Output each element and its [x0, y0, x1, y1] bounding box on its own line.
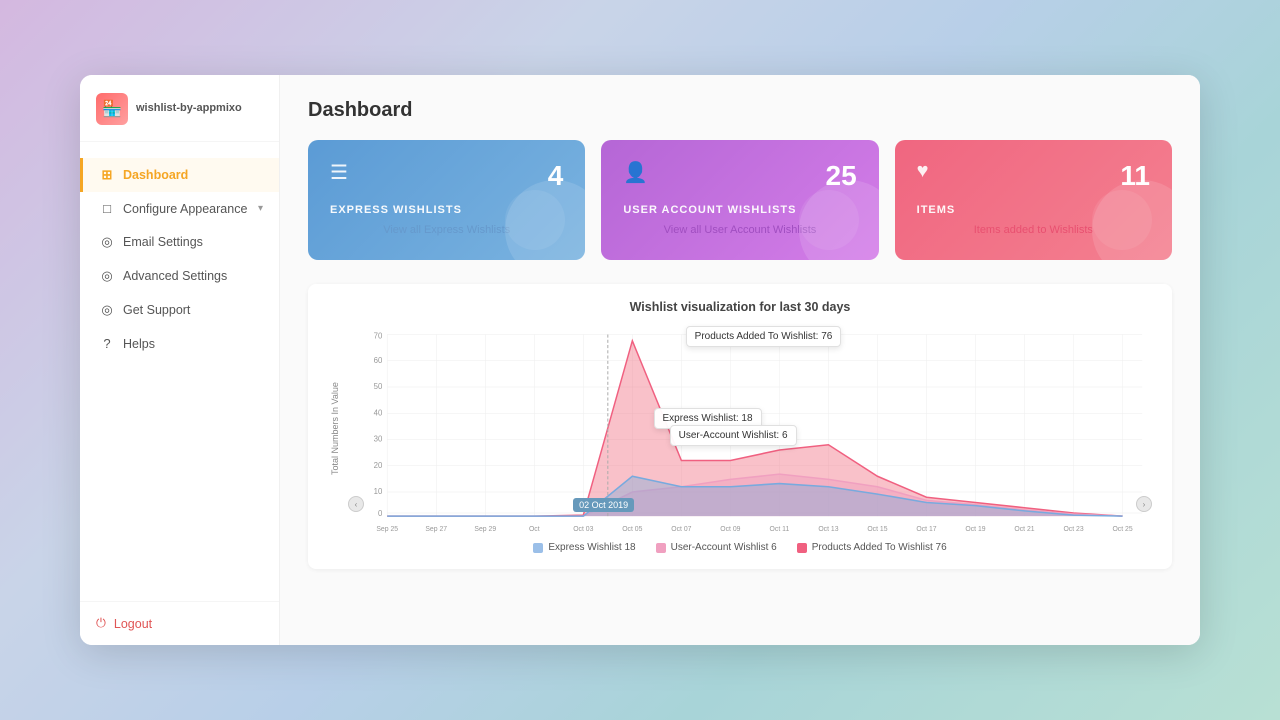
sidebar-item-advanced-settings[interactable]: ◎ Advanced Settings	[80, 259, 279, 293]
chart-container: Total Numbers In Value 0	[328, 324, 1152, 534]
legend-item-products: Products Added To Wishlist 76	[797, 542, 947, 553]
sidebar-item-helps[interactable]: ? Helps	[80, 327, 279, 360]
chart-section: Wishlist visualization for last 30 days …	[308, 284, 1172, 569]
legend-item-user: User-Account Wishlist 6	[656, 542, 777, 553]
svg-text:70: 70	[374, 331, 383, 340]
main-content: Dashboard ☰ 4 EXPRESS WISHLISTS View all…	[280, 75, 1200, 645]
chart-legend: Express Wishlist 18 User-Account Wishlis…	[328, 542, 1152, 553]
sidebar-item-dashboard[interactable]: ⊞ Dashboard	[80, 158, 279, 192]
card-decoration2	[1092, 190, 1152, 250]
logout-icon: ⏻	[96, 616, 106, 631]
legend-dot-express	[533, 543, 543, 553]
svg-text:Oct 23: Oct 23	[1063, 525, 1083, 533]
svg-text:Oct 05: Oct 05	[622, 525, 642, 533]
chart-area: 0 10 20 30 40 50 60 70	[348, 324, 1152, 534]
legend-label-products: Products Added To Wishlist 76	[812, 542, 947, 553]
sidebar-nav: ⊞ Dashboard □ Configure Appearance ▾ ◎ E…	[80, 142, 279, 601]
svg-text:Oct: Oct	[529, 525, 540, 533]
svg-text:30: 30	[374, 434, 383, 443]
sidebar-item-get-support[interactable]: ◎ Get Support	[80, 293, 279, 327]
configure-icon: □	[99, 201, 115, 216]
sidebar-item-label: Configure Appearance	[123, 202, 247, 216]
legend-label-user: User-Account Wishlist 6	[671, 542, 777, 553]
svg-text:Oct 03: Oct 03	[573, 525, 593, 533]
app-window: 🏪 wishlist-by-appmixo ⊞ Dashboard □ Conf…	[80, 75, 1200, 645]
email-icon: ◎	[99, 234, 115, 250]
settings-icon: ◎	[99, 268, 115, 284]
svg-text:60: 60	[374, 356, 383, 365]
sidebar: 🏪 wishlist-by-appmixo ⊞ Dashboard □ Conf…	[80, 75, 280, 645]
svg-text:Oct 17: Oct 17	[916, 525, 936, 533]
stat-cards: ☰ 4 EXPRESS WISHLISTS View all Express W…	[308, 140, 1172, 260]
scroll-left-button[interactable]: ‹	[348, 496, 364, 512]
hamburger-icon: ☰	[330, 160, 348, 185]
express-label: EXPRESS WISHLISTS	[330, 204, 563, 216]
sidebar-item-label: Get Support	[123, 303, 190, 317]
active-date-badge: 02 Oct 2019	[573, 498, 634, 512]
card-decoration2	[799, 190, 859, 250]
chart-svg: 0 10 20 30 40 50 60 70	[348, 324, 1152, 534]
logo-text: wishlist-by-appmixo	[136, 102, 242, 115]
svg-text:50: 50	[374, 382, 383, 391]
chart-title: Wishlist visualization for last 30 days	[328, 300, 1152, 314]
svg-text:Oct 25: Oct 25	[1112, 525, 1132, 533]
chevron-right-icon: ›	[1143, 500, 1146, 509]
svg-text:Oct 13: Oct 13	[818, 525, 838, 533]
sidebar-logo: 🏪 wishlist-by-appmixo	[80, 75, 279, 142]
sidebar-item-label: Email Settings	[123, 235, 203, 249]
sidebar-item-label: Dashboard	[123, 168, 188, 182]
sidebar-item-configure-appearance[interactable]: □ Configure Appearance ▾	[80, 192, 279, 225]
card-decoration2	[505, 190, 565, 250]
svg-text:Sep 27: Sep 27	[425, 525, 447, 533]
stat-card-express-wishlists: ☰ 4 EXPRESS WISHLISTS View all Express W…	[308, 140, 585, 260]
items-label: ITEMS	[917, 204, 1150, 216]
help-icon: ?	[99, 336, 115, 351]
logout-button[interactable]: ⏻ Logout	[80, 601, 279, 645]
svg-text:Oct 19: Oct 19	[965, 525, 985, 533]
heart-icon: ♥	[917, 160, 929, 183]
sidebar-item-label: Advanced Settings	[123, 269, 227, 283]
svg-text:40: 40	[374, 408, 383, 417]
stat-card-user-account-wishlists: 👤 25 USER ACCOUNT WISHLISTS View all Use…	[601, 140, 878, 260]
svg-text:Sep 29: Sep 29	[474, 525, 496, 533]
page-title: Dashboard	[308, 99, 1172, 122]
logo-icon: 🏪	[96, 93, 128, 125]
svg-text:Sep 25: Sep 25	[376, 525, 398, 533]
svg-text:0: 0	[378, 509, 383, 518]
dashboard-icon: ⊞	[99, 167, 115, 183]
logout-label: Logout	[114, 617, 152, 631]
user-label: USER ACCOUNT WISHLISTS	[623, 204, 856, 216]
legend-label-express: Express Wishlist 18	[548, 542, 635, 553]
legend-dot-user	[656, 543, 666, 553]
legend-dot-products	[797, 543, 807, 553]
svg-text:Oct 15: Oct 15	[867, 525, 887, 533]
svg-text:Oct 21: Oct 21	[1014, 525, 1034, 533]
svg-text:Oct 09: Oct 09	[720, 525, 740, 533]
sidebar-item-label: Helps	[123, 337, 155, 351]
user-icon: 👤	[623, 160, 648, 185]
svg-text:Oct 07: Oct 07	[671, 525, 691, 533]
chevron-left-icon: ‹	[355, 500, 358, 509]
chart-y-label: Total Numbers In Value	[328, 324, 348, 534]
legend-item-express: Express Wishlist 18	[533, 542, 635, 553]
svg-text:20: 20	[374, 461, 383, 470]
chevron-down-icon: ▾	[258, 203, 263, 214]
svg-text:10: 10	[374, 487, 383, 496]
support-icon: ◎	[99, 302, 115, 318]
scroll-right-button[interactable]: ›	[1136, 496, 1152, 512]
sidebar-item-email-settings[interactable]: ◎ Email Settings	[80, 225, 279, 259]
svg-text:Oct 11: Oct 11	[770, 525, 790, 533]
stat-card-items: ♥ 11 ITEMS Items added to Wishlists	[895, 140, 1172, 260]
